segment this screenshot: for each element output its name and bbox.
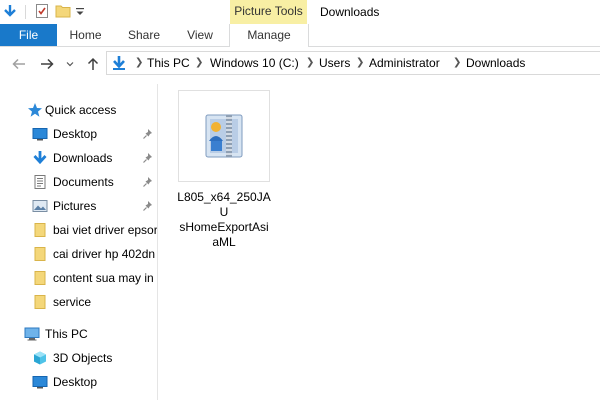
file-name-line: L805_x64_250JAU — [177, 190, 271, 219]
pin-icon[interactable] — [142, 200, 154, 212]
nav-item-desktop[interactable]: Desktop — [0, 123, 157, 145]
forward-arrow-icon[interactable] — [38, 55, 56, 73]
nav-item-label: Desktop — [53, 375, 98, 389]
folder-icon — [32, 246, 48, 262]
recent-locations-chevron-icon[interactable] — [64, 55, 76, 73]
nav-item-desktop-pc[interactable]: Desktop — [0, 371, 157, 393]
nav-item-label: Documents — [53, 175, 114, 189]
nav-item-label: content sua may in — [53, 271, 154, 285]
nav-item-documents[interactable]: Documents — [0, 171, 157, 193]
file-item[interactable]: L805_x64_250JAU sHomeExportAsi aML — [176, 90, 272, 249]
tab-view[interactable]: View — [174, 24, 226, 46]
file-list: L805_x64_250JAU sHomeExportAsi aML — [158, 84, 600, 400]
desktop-icon — [32, 126, 48, 142]
nav-item-label: Pictures — [53, 199, 97, 213]
title-bar: Picture Tools Downloads — [0, 0, 600, 24]
nav-item-label: 3D Objects — [53, 351, 113, 365]
nav-item-label: service — [53, 295, 92, 309]
folder-icon — [32, 222, 48, 238]
up-arrow-icon[interactable] — [84, 55, 102, 73]
pin-icon[interactable] — [142, 128, 154, 140]
nav-item-3d-objects[interactable]: 3D Objects — [0, 347, 157, 369]
tab-share[interactable]: Share — [114, 24, 174, 46]
nav-item-pictures[interactable]: Pictures — [0, 195, 157, 217]
tab-manage[interactable]: Manage — [229, 24, 309, 47]
breadcrumb-separator[interactable]: ❯ — [135, 52, 143, 74]
nav-this-pc[interactable]: This PC — [0, 323, 157, 345]
breadcrumb-separator[interactable]: ❯ — [306, 52, 314, 74]
file-name-line: aML — [212, 235, 236, 249]
file-thumbnail — [178, 90, 270, 182]
nav-this-pc-label: This PC — [45, 327, 88, 341]
nav-quick-access-label: Quick access — [45, 103, 117, 117]
nav-item-folder-bai-viet[interactable]: bai viet driver epsor — [0, 219, 157, 241]
desktop-icon — [32, 374, 48, 390]
pin-icon[interactable] — [142, 152, 154, 164]
explorer-icon[interactable] — [2, 3, 18, 19]
toolbar-separator — [25, 5, 26, 19]
file-name-line: sHomeExportAsi — [179, 220, 269, 234]
folder-icon — [32, 294, 48, 310]
folder-icon — [32, 270, 48, 286]
tab-home[interactable]: Home — [57, 24, 114, 46]
nav-item-label: cai driver hp 402dn — [53, 247, 156, 261]
nav-item-folder-content[interactable]: content sua may in — [0, 267, 157, 289]
new-folder-icon[interactable] — [55, 3, 71, 19]
customize-dropdown-icon[interactable] — [75, 6, 85, 18]
nav-item-label: bai viet driver epsor — [53, 223, 157, 237]
back-arrow-icon[interactable] — [10, 55, 28, 73]
file-name[interactable]: L805_x64_250JAU sHomeExportAsi aML — [176, 190, 272, 250]
pictures-icon — [32, 198, 48, 214]
navigation-pane: Quick access Desktop Downloads Documents — [0, 84, 157, 400]
winzip-archive-icon — [205, 114, 243, 158]
nav-item-label: Desktop — [53, 127, 98, 141]
breadcrumb-administrator[interactable]: Administrator — [369, 52, 440, 74]
properties-icon[interactable] — [34, 3, 50, 19]
breadcrumb-windows-drive[interactable]: Windows 10 (C:) — [210, 52, 299, 74]
address-bar[interactable]: ❯ This PC ❯ Windows 10 (C:) ❯ Users ❯ Ad… — [106, 51, 600, 75]
ribbon-tabs: File Home Share View Manage — [0, 24, 600, 47]
star-icon — [27, 102, 43, 118]
breadcrumb-separator[interactable]: ❯ — [356, 52, 364, 74]
documents-icon — [32, 174, 48, 190]
downloads-icon — [32, 150, 48, 166]
nav-item-folder-service[interactable]: service — [0, 291, 157, 313]
window-title: Downloads — [320, 5, 380, 19]
breadcrumb-separator[interactable]: ❯ — [195, 52, 203, 74]
nav-item-folder-cai-driver[interactable]: cai driver hp 402dn — [0, 243, 157, 265]
tab-file[interactable]: File — [0, 24, 57, 46]
picture-tools-header: Picture Tools — [230, 0, 307, 24]
downloads-location-icon — [111, 55, 127, 71]
breadcrumb-this-pc[interactable]: This PC — [147, 52, 190, 74]
computer-icon — [24, 326, 40, 342]
nav-item-label: Downloads — [53, 151, 113, 165]
nav-quick-access[interactable]: Quick access — [0, 99, 157, 121]
3d-objects-icon — [32, 350, 48, 366]
pin-icon[interactable] — [142, 176, 154, 188]
breadcrumb-users[interactable]: Users — [319, 52, 350, 74]
breadcrumb-separator[interactable]: ❯ — [453, 52, 461, 74]
nav-item-downloads[interactable]: Downloads — [0, 147, 157, 169]
breadcrumb-downloads[interactable]: Downloads — [466, 52, 525, 74]
